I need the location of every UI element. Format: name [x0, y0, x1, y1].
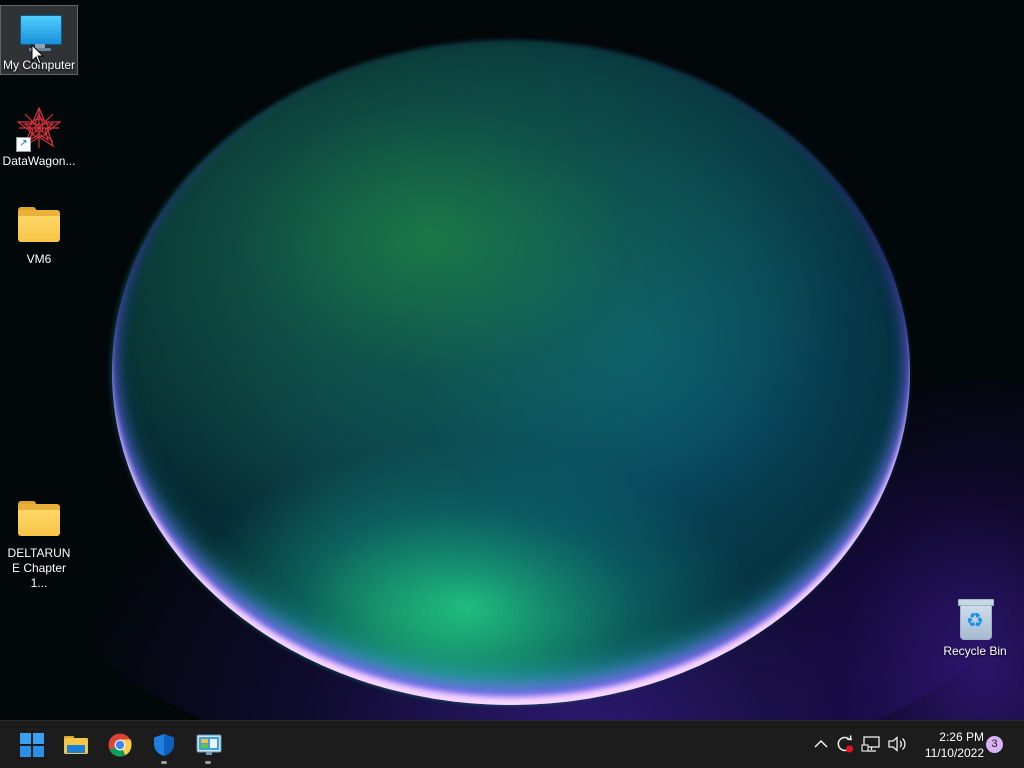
notification-badge[interactable]: 3 — [986, 736, 1003, 753]
control-panel-icon — [196, 734, 222, 755]
desktop-icon-recycle-bin[interactable]: ♻ Recycle Bin — [936, 592, 1014, 659]
clock-time: 2:26 PM — [939, 730, 984, 744]
desktop-icon-deltarune[interactable]: DELTARUNE Chapter 1... — [0, 494, 78, 591]
chevron-up-icon[interactable] — [810, 733, 832, 755]
start-button[interactable] — [12, 725, 52, 765]
recycle-bin-icon: ♻ — [951, 596, 999, 640]
taskbar-clock[interactable]: 2:26 PM 11/10/2022 — [912, 729, 984, 761]
desktop-icon-label: Recycle Bin — [943, 644, 1007, 658]
chrome-icon — [108, 733, 132, 757]
folder-icon — [15, 204, 63, 248]
wallpaper-rim — [112, 40, 910, 705]
taskbar-control-panel[interactable] — [188, 725, 228, 765]
desktop[interactable]: My Computer ↗ DataWagon... VM6 DELTARUNE… — [0, 0, 1024, 720]
running-indicator — [161, 761, 167, 764]
taskbar-chrome[interactable] — [100, 725, 140, 765]
volume-icon[interactable] — [886, 733, 908, 755]
folder-icon — [15, 498, 63, 542]
desktop-icon-label: DELTARUNE Chapter 1... — [7, 546, 71, 590]
clock-date: 11/10/2022 — [924, 746, 984, 760]
taskbar: 2:26 PM 11/10/2022 3 — [0, 720, 1024, 768]
datawagon-app-icon: ↗ — [15, 106, 63, 152]
windows-logo-icon — [20, 733, 44, 757]
desktop-icon-vm6[interactable]: VM6 — [0, 200, 78, 267]
shortcut-arrow-icon: ↗ — [16, 137, 31, 152]
running-indicator — [205, 761, 211, 764]
desktop-icon-datawagon[interactable]: ↗ DataWagon... — [0, 102, 78, 169]
shield-icon — [154, 734, 174, 756]
taskbar-windows-security[interactable] — [144, 725, 184, 765]
desktop-icon-label: DataWagon... — [2, 154, 76, 168]
taskbar-file-explorer[interactable] — [56, 725, 96, 765]
desktop-icon-label: VM6 — [26, 252, 52, 266]
sync-icon[interactable] — [834, 733, 856, 755]
folder-icon — [64, 736, 88, 754]
mouse-cursor-icon — [31, 44, 45, 65]
network-icon[interactable] — [860, 733, 882, 755]
